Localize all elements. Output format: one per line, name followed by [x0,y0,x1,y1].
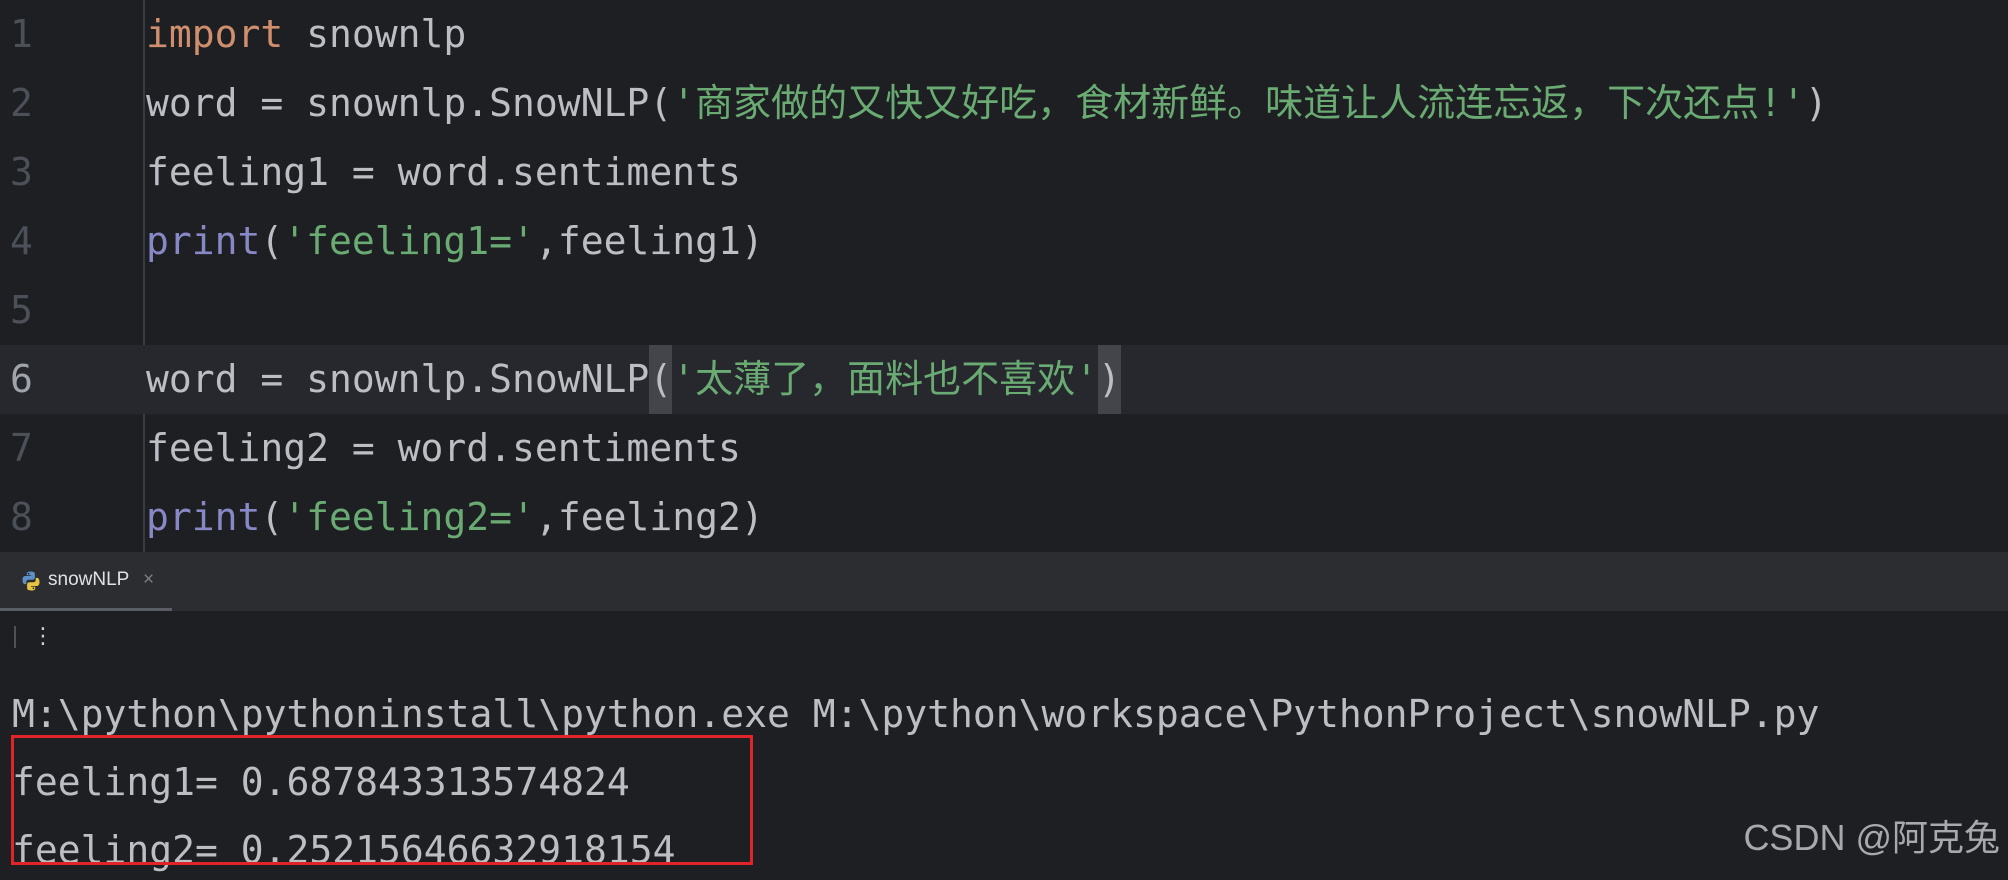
code-line[interactable]: 4 print('feeling1=',feeling1) [0,207,2008,276]
code-token: ( [649,345,673,414]
code-token: ,feeling2) [534,495,764,539]
code-token: ,feeling1) [534,219,764,263]
code-token: snownlp [283,12,467,56]
code-token: word = snownlp.SnowNLP [146,357,650,401]
keyword-token: import [146,12,284,56]
code-line[interactable]: 7 feeling2 = word.sentiments [0,414,2008,483]
code-text: word = snownlp.SnowNLP('商家做的又快又好吃，食材新鲜。味… [146,69,1828,138]
line-number: 1 [10,12,33,56]
code-text: import snownlp [146,0,466,69]
toolbar-divider [14,626,16,648]
code-line[interactable]: 5 [0,276,2008,345]
code-token: feeling1 = word.sentiments [146,150,741,194]
string-token: '太薄了，面料也不喜欢' [672,357,1098,401]
code-token: word = snownlp.SnowNLP( [146,81,673,125]
run-tool-window-tabs: snowNLP × [0,552,2008,612]
code-text: print('feeling1=',feeling1) [146,207,764,276]
code-text: feeling2 = word.sentiments [146,414,741,483]
line-number: 6 [10,357,33,401]
code-token: ) [1804,81,1828,125]
run-tab-snownlp[interactable]: snowNLP × [0,552,172,611]
code-text: print('feeling2=',feeling2) [146,483,764,552]
console-toolbar: ⋮ [0,612,2008,662]
line-number: 3 [10,150,33,194]
code-line[interactable]: 8 print('feeling2=',feeling2) [0,483,2008,552]
code-line[interactable]: 2 word = snownlp.SnowNLP('商家做的又快又好吃，食材新鲜。… [0,69,2008,138]
line-number: 8 [10,495,33,539]
close-icon[interactable]: × [143,552,154,608]
code-editor[interactable]: 1 import snownlp 2 word = snownlp.SnowNLP('… [0,0,2008,552]
watermark: CSDN @阿克兔 [1743,817,2000,858]
code-line[interactable]: 1 import snownlp [0,0,2008,69]
builtin-token: print [146,495,261,539]
code-text: feeling1 = word.sentiments [146,138,741,207]
code-token: feeling2 = word.sentiments [146,426,741,470]
line-number: 5 [10,288,33,332]
red-highlight-box [11,735,753,865]
line-number: 2 [10,81,33,125]
python-icon [22,571,40,591]
code-token: ( [260,495,284,539]
more-options-icon[interactable]: ⋮ [32,612,54,662]
code-line[interactable]: 6 word = snownlp.SnowNLP('太薄了，面料也不喜欢') [0,345,2008,414]
line-number: 7 [10,426,33,470]
string-token: '商家做的又快又好吃，食材新鲜。味道让人流连忘返，下次还点!' [672,81,1805,125]
code-line[interactable]: 3 feeling1 = word.sentiments [0,138,2008,207]
code-token: ( [260,219,284,263]
code-token: ) [1097,345,1121,414]
code-text: word = snownlp.SnowNLP('太薄了，面料也不喜欢') [146,345,1121,414]
builtin-token: print [146,219,261,263]
string-token: 'feeling2=' [283,495,535,539]
line-number: 4 [10,219,33,263]
run-tab-label: snowNLP [48,569,130,590]
string-token: 'feeling1=' [283,219,535,263]
